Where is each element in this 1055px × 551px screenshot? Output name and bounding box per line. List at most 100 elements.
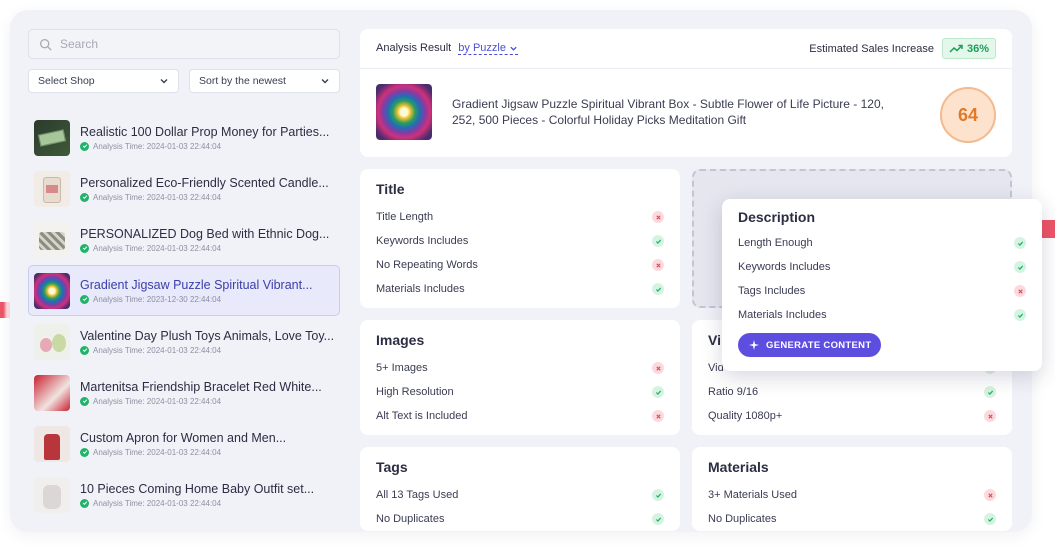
check-icon: [652, 489, 664, 501]
title-card: Title Title Length Keywords Includes No …: [360, 169, 680, 308]
score-badge: 64: [940, 87, 996, 143]
list-item[interactable]: PERSONALIZED Dog Bed with Ethnic Dog... …: [28, 214, 340, 265]
check-row: Ratio 9/16: [708, 380, 996, 404]
check-row: Quality 1080p+: [708, 404, 996, 428]
check-icon: [80, 498, 89, 508]
list-item-active[interactable]: Gradient Jigsaw Puzzle Spiritual Vibrant…: [28, 265, 340, 316]
app-stage: Search Select Shop Sort by the newest Re…: [0, 0, 1055, 551]
check-icon: [80, 447, 89, 457]
check-row: No Repeating Words: [376, 253, 664, 277]
check-row: All 13 Tags Used: [376, 483, 664, 507]
check-icon: [1014, 261, 1026, 273]
trending-up-icon: [949, 44, 963, 53]
listing-title: Personalized Eco-Friendly Scented Candle…: [80, 175, 329, 190]
search-input[interactable]: Search: [28, 29, 340, 59]
cross-icon: [984, 410, 996, 422]
tags-card-heading: Tags: [376, 459, 408, 475]
listing-meta: Analysis Time: 2024-01-03 22:44:04: [93, 345, 222, 355]
check-row: 3+ Materials Used: [708, 483, 996, 507]
chevron-down-icon: [510, 46, 517, 51]
listing-thumbnail: [34, 374, 70, 411]
images-card-heading: Images: [376, 332, 425, 348]
generate-content-button[interactable]: GENERATE CONTENT: [738, 333, 882, 357]
check-row: High Resolution: [376, 380, 664, 404]
cross-icon: [652, 259, 664, 271]
check-icon: [1014, 309, 1026, 321]
analysis-result-card: Analysis Result by Puzzle Estimated Sale…: [360, 29, 1012, 157]
listing-thumbnail: [34, 170, 70, 207]
listing-thumbnail: [34, 221, 70, 258]
listing-title: Gradient Jigsaw Puzzle Spiritual Vibrant…: [80, 277, 313, 292]
listing-title: Valentine Day Plush Toys Animals, Love T…: [80, 328, 335, 343]
list-item[interactable]: Realistic 100 Dollar Prop Money for Part…: [28, 112, 340, 163]
listing-thumbnail: [34, 425, 70, 462]
check-row: Title Length: [376, 205, 664, 229]
cross-icon: [1014, 285, 1026, 297]
check-icon: [652, 235, 664, 247]
cross-icon: [652, 211, 664, 223]
check-row: Keywords Includes: [738, 255, 1026, 279]
shop-select-label: Select Shop: [38, 75, 95, 87]
listing-meta: Analysis Time: 2023-12-30 22:44:04: [93, 294, 222, 304]
analysis-result-label: Analysis Result: [376, 42, 452, 54]
search-placeholder: Search: [60, 37, 99, 51]
listing-list: Realistic 100 Dollar Prop Money for Part…: [28, 112, 340, 520]
sort-select-label: Sort by the newest: [199, 75, 286, 87]
product-title: Gradient Jigsaw Puzzle Spiritual Vibrant…: [452, 97, 884, 127]
listing-meta: Analysis Time: 2024-01-03 22:44:04: [93, 498, 222, 508]
search-icon: [39, 38, 52, 51]
check-icon: [80, 243, 89, 253]
listing-meta: Analysis Time: 2024-01-03 22:44:04: [93, 243, 222, 253]
sales-increase-badge: 36%: [941, 38, 996, 59]
listing-thumbnail: [34, 119, 70, 156]
listing-meta: Analysis Time: 2024-01-03 22:44:04: [93, 447, 222, 457]
list-item[interactable]: Personalized Eco-Friendly Scented Candle…: [28, 163, 340, 214]
list-item[interactable]: Valentine Day Plush Toys Animals, Love T…: [28, 316, 340, 367]
materials-card: Materials 3+ Materials Used No Duplicate…: [692, 447, 1012, 531]
listing-title: Custom Apron for Women and Men...: [80, 430, 287, 445]
check-row: Alt Text is Included: [376, 404, 664, 428]
listing-title: Martenitsa Friendship Bracelet Red White…: [80, 379, 322, 394]
listing-title: 10 Pieces Coming Home Baby Outfit set...: [80, 481, 315, 496]
sparkle-icon: [749, 340, 759, 350]
check-icon: [80, 192, 89, 202]
chevron-down-icon: [321, 79, 329, 84]
title-card-heading: Title: [376, 181, 405, 197]
check-icon: [80, 396, 89, 406]
images-card: Images 5+ Images High Resolution Alt Tex…: [360, 320, 680, 435]
cross-icon: [984, 489, 996, 501]
list-item[interactable]: Custom Apron for Women and Men... Analys…: [28, 418, 340, 469]
listing-thumbnail: [34, 272, 70, 309]
check-icon: [1014, 237, 1026, 249]
listing-thumbnail: [34, 476, 70, 513]
chevron-down-icon: [160, 79, 168, 84]
materials-card-heading: Materials: [708, 459, 769, 475]
check-icon: [984, 513, 996, 525]
description-card[interactable]: Description Length Enough Keywords Inclu…: [722, 199, 1042, 371]
sort-select[interactable]: Sort by the newest: [189, 69, 340, 93]
listing-title: Realistic 100 Dollar Prop Money for Part…: [80, 124, 330, 139]
by-puzzle-dropdown[interactable]: by Puzzle: [458, 42, 518, 55]
listing-meta: Analysis Time: 2024-01-03 22:44:04: [93, 396, 222, 406]
cross-icon: [652, 410, 664, 422]
listing-meta: Analysis Time: 2024-01-03 22:44:04: [93, 192, 222, 202]
list-item[interactable]: Martenitsa Friendship Bracelet Red White…: [28, 367, 340, 418]
check-row: Length Enough: [738, 231, 1026, 255]
check-row: Keywords Includes: [376, 229, 664, 253]
check-icon: [80, 294, 89, 304]
shop-select[interactable]: Select Shop: [28, 69, 179, 93]
check-icon: [80, 141, 89, 151]
check-row: Materials Includes: [738, 303, 1026, 327]
list-item[interactable]: 10 Pieces Coming Home Baby Outfit set...…: [28, 469, 340, 520]
description-card-heading: Description: [738, 209, 816, 225]
check-icon: [652, 283, 664, 295]
check-row: 5+ Images: [376, 356, 664, 380]
check-row: No Duplicates: [376, 507, 664, 531]
check-icon: [80, 345, 89, 355]
check-row: Materials Includes: [376, 277, 664, 301]
sales-increase-label: Estimated Sales Increase: [809, 42, 934, 55]
check-icon: [984, 386, 996, 398]
listing-thumbnail: [34, 323, 70, 360]
listing-meta: Analysis Time: 2024-01-03 22:44:04: [93, 141, 222, 151]
check-icon: [652, 513, 664, 525]
